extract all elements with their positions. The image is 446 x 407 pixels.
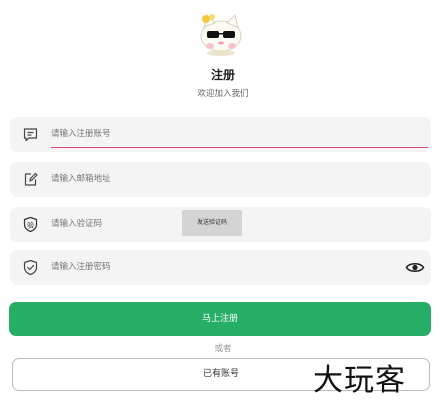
or-divider-label: 或者	[214, 344, 232, 354]
cat-sunglasses-logo	[200, 14, 242, 56]
active-underline	[51, 147, 428, 149]
account-field[interactable]	[10, 117, 431, 152]
register-button[interactable]: 马上注册	[9, 302, 431, 336]
send-code-button[interactable]: 发送验证码	[182, 210, 242, 236]
verification-code-input[interactable]	[51, 207, 171, 242]
page-title: 注册	[210, 68, 235, 82]
verification-code-field[interactable]: 验 发送验证码	[10, 207, 431, 242]
verify-badge-icon: 验	[23, 216, 38, 233]
email-field[interactable]	[10, 162, 431, 197]
chat-icon	[23, 128, 38, 142]
page-subtitle: 欢迎加入我们	[197, 89, 249, 99]
password-input[interactable]	[51, 250, 157, 285]
verify-badge-char: 验	[27, 220, 34, 229]
eye-icon[interactable]	[405, 259, 425, 276]
email-input[interactable]	[51, 162, 157, 197]
shield-icon	[23, 259, 38, 276]
edit-icon	[24, 172, 38, 186]
watermark: 大玩客	[313, 363, 406, 398]
password-field[interactable]	[10, 250, 431, 285]
